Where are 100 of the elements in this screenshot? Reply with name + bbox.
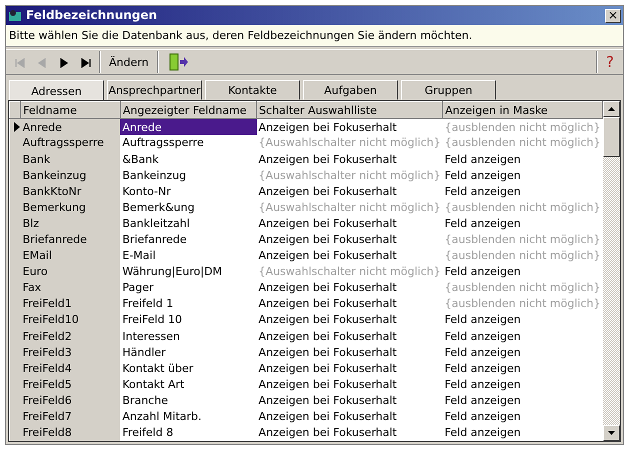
table-cell: FreiFeld1 (20, 296, 120, 312)
table-cell-text: {Auswahlschalter nicht möglich} (258, 168, 442, 184)
table-cell-text: Anzeigen bei Fokuserhalt (258, 296, 398, 312)
next-record-icon (59, 58, 69, 68)
table-cell[interactable]: Interessen (120, 328, 257, 344)
table-cell-text: {ausblenden nicht möglich} (444, 296, 602, 312)
table-cell-text: Anzeigen bei Fokuserhalt (258, 248, 398, 264)
table-cell[interactable]: Währung|Euro|DM (120, 264, 257, 280)
table-cell: Euro (20, 264, 120, 280)
table-cell-text: Feld anzeigen (444, 376, 522, 392)
column-header[interactable]: Angezeigter Feldname (120, 102, 257, 119)
tab[interactable]: Kontakte (205, 80, 300, 100)
table-cell[interactable]: Freifeld 1 (120, 296, 257, 312)
table-cell-text: {Auswahlschalter nicht möglich} (258, 200, 442, 216)
table-cell: FreiFeld8 (20, 424, 120, 441)
column-header[interactable]: Anzeigen in Maske (442, 102, 602, 119)
table-cell-text: Anzeigen bei Fokuserhalt (258, 360, 398, 376)
table-cell-text: Anzeigen bei Fokuserhalt (258, 184, 398, 200)
table-cell[interactable]: Auftragssperre (120, 134, 257, 152)
table-cell-text: {ausblenden nicht möglich} (444, 280, 602, 296)
table-cell: Briefanrede (20, 232, 120, 248)
table-cell-text: {ausblenden nicht möglich} (444, 200, 602, 216)
door-arrow-icon (166, 52, 189, 72)
window-title: Feldbezeichnungen (26, 8, 158, 23)
table-cell-text: Anzeigen bei Fokuserhalt (258, 328, 398, 344)
table-cell-text: Feld anzeigen (444, 392, 522, 409)
table-cell: FreiFeld2 (20, 328, 120, 344)
table-cell[interactable]: FreiFeld 10 (120, 312, 257, 328)
table-cell-text: Anzeigen bei Fokuserhalt (258, 232, 398, 248)
table-cell: Auftragssperre (20, 134, 120, 152)
edit-button[interactable]: Ändern (103, 51, 155, 74)
tab[interactable]: Ansprechpartner (107, 80, 202, 100)
table-cell: Blz (20, 215, 120, 232)
table-cell: {Auswahlschalter nicht möglich} (256, 134, 443, 152)
table-cell-text: Anzeigen bei Fokuserhalt (258, 409, 398, 425)
last-record-icon (81, 58, 91, 68)
table-cell-text: Anzeigen bei Fokuserhalt (258, 376, 398, 392)
table-cell-text: Anzeigen bei Fokuserhalt (258, 344, 398, 360)
table-cell-text: {ausblenden nicht möglich} (444, 135, 602, 152)
column-header[interactable]: Feldname (20, 102, 120, 119)
table-cell: FreiFeld7 (20, 408, 120, 425)
table-cell: Fax (20, 280, 120, 296)
table-cell-text: Feld anzeigen (444, 425, 522, 441)
help-button[interactable]: ? (600, 51, 620, 74)
table-cell[interactable]: Bankeinzug (120, 167, 257, 184)
table-cell[interactable]: Briefanrede (120, 232, 257, 248)
tab[interactable]: Gruppen (401, 80, 496, 100)
table-cell[interactable]: Freifeld 8 (120, 424, 257, 441)
instruction-text: Bitte wählen Sie die Datenbank aus, deren Feldbezeichnungen Sie ändern möchten. (6, 25, 623, 48)
table-cell-text: Feld anzeigen (444, 184, 522, 200)
table-cell[interactable]: &Bank (120, 151, 257, 168)
table-cell[interactable]: Pager (120, 280, 257, 296)
table-cell-text: Anzeigen bei Fokuserhalt (258, 280, 398, 296)
table-cell[interactable]: Bankleitzahl (120, 215, 257, 232)
table-cell: Bankeinzug (20, 167, 120, 184)
tab[interactable]: Adressen (9, 80, 104, 102)
table-cell[interactable]: Kontakt über (120, 360, 257, 376)
table-cell[interactable]: Kontakt Art (120, 376, 257, 392)
table-cell: FreiFeld4 (20, 360, 120, 376)
table-cell-text: {ausblenden nicht möglich} (444, 232, 602, 248)
table-cell[interactable]: Anzahl Mitarb. (120, 408, 257, 425)
down-arrow-icon (608, 431, 615, 435)
table-cell-text: Feld anzeigen (444, 216, 522, 232)
table-cell: BankKtoNr (20, 183, 120, 200)
table-cell-text: {ausblenden nicht möglich} (444, 248, 602, 264)
table-cell: Bank (20, 151, 120, 168)
app-icon (8, 9, 22, 22)
table-cell[interactable]: Anrede (120, 118, 257, 135)
table-cell-text: Feld anzeigen (444, 360, 522, 376)
table-cell-text: Anzeigen bei Fokuserhalt (258, 216, 398, 232)
table-cell: Anrede (20, 118, 120, 135)
table-cell-text: Anzeigen bei Fokuserhalt (258, 152, 398, 168)
table-cell-text: Anzeigen bei Fokuserhalt (258, 425, 398, 441)
scroll-up-button[interactable] (603, 101, 620, 118)
column-header[interactable]: Schalter Auswahlliste (256, 102, 443, 119)
table-cell-text: Feld anzeigen (444, 152, 522, 168)
tab[interactable]: Aufgaben (303, 80, 398, 100)
table-cell-text: Anzeigen bei Fokuserhalt (258, 392, 398, 409)
table-cell-text: {Auswahlschalter nicht möglich} (258, 264, 442, 280)
table-cell-text: Feld anzeigen (444, 312, 522, 328)
up-arrow-icon (608, 107, 615, 112)
scroll-thumb[interactable] (603, 117, 620, 158)
table-cell-text: Feld anzeigen (444, 344, 522, 360)
table-cell: Bemerkung (20, 199, 120, 216)
table-cell[interactable]: Bemerk&ung (120, 199, 257, 216)
table-cell: EMail (20, 248, 120, 264)
scroll-down-button[interactable] (603, 425, 620, 441)
table-cell-text: Feld anzeigen (444, 168, 522, 184)
previous-record-icon (37, 58, 47, 68)
table-cell[interactable]: Händler (120, 344, 257, 360)
table-cell: FreiFeld3 (20, 344, 120, 360)
close-button[interactable]: × (605, 8, 621, 22)
first-record-icon (15, 58, 25, 68)
table-cell: Anzeigen bei Fokuserhalt (256, 118, 443, 135)
table-cell[interactable]: Branche (120, 392, 257, 409)
scrollbar[interactable] (603, 101, 620, 441)
table-cell[interactable]: E-Mail (120, 248, 257, 264)
table-cell: FreiFeld6 (20, 392, 120, 409)
table-cell[interactable]: Konto-Nr (120, 183, 257, 200)
table-cell-text: Feld anzeigen (444, 409, 522, 425)
